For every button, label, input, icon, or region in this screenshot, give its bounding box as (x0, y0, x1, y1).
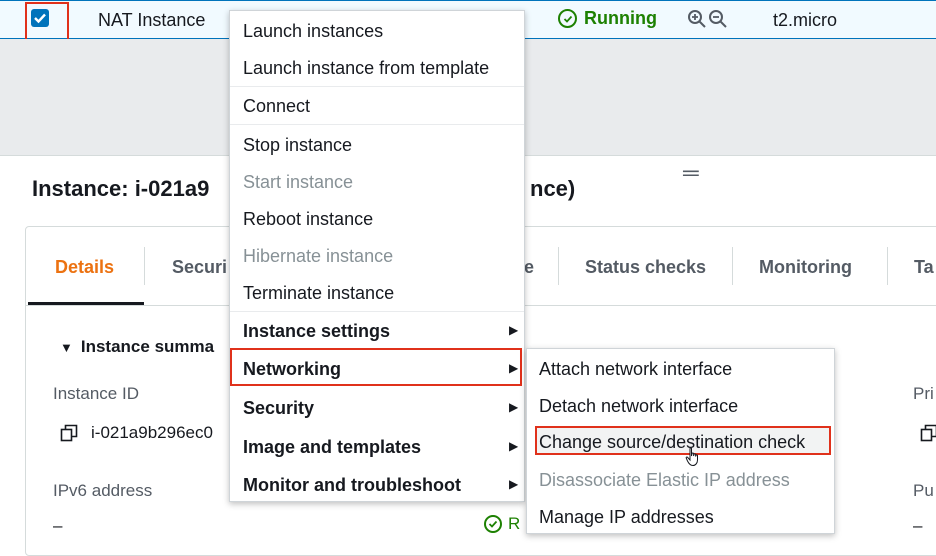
submenu-item-manage-ip-addresses[interactable]: Manage IP addresses (539, 507, 714, 528)
tab-details[interactable]: Details (55, 257, 114, 278)
submenu-item-change-source-destination-check[interactable]: Change source/destination check (539, 432, 805, 453)
instance-summary-toggle[interactable]: ▼ Instance summa (60, 337, 214, 357)
submenu-arrow-icon: ▶ (509, 400, 519, 414)
submenu-arrow-icon: ▶ (509, 439, 519, 453)
menu-divider (230, 311, 524, 312)
instance-title-text: Instance: i-021a9 (32, 176, 210, 201)
menu-item-start-instance: Start instance (243, 172, 354, 192)
menu-item-stop-instance[interactable]: Stop instance (243, 135, 352, 156)
submenu-item-detach-network-interface[interactable]: Detach network interface (539, 396, 738, 417)
caret-down-icon: ▼ (60, 340, 73, 355)
submenu-arrow-icon: ▶ (509, 361, 519, 375)
menu-item-connect[interactable]: Connect (243, 96, 310, 117)
copy-icon[interactable] (920, 424, 936, 442)
instance-id-label: Instance ID (53, 384, 139, 403)
menu-item-launch-instances[interactable]: Launch instances (243, 21, 383, 42)
tab-divider (732, 247, 733, 285)
menu-divider (230, 86, 524, 87)
zoom-controls (687, 9, 728, 29)
menu-item-hibernate-instance: Hibernate instance (243, 246, 394, 266)
private-ip-label: Pri (913, 384, 934, 403)
menu-item-instance-settings[interactable]: Instance settings (243, 321, 390, 342)
menu-item-monitor-and-troubleshoot[interactable]: Monitor and troubleshoot (243, 475, 461, 496)
copy-icon[interactable] (60, 424, 78, 442)
instance-name[interactable]: NAT Instance (98, 10, 205, 31)
networking-submenu: Attach network interface Detach network … (526, 348, 835, 534)
active-tab-indicator (28, 302, 144, 305)
menu-item-terminate-instance[interactable]: Terminate instance (243, 283, 394, 304)
ipv6-address-value: – (53, 516, 63, 535)
check-circle-icon (558, 9, 577, 28)
drag-handle-icon[interactable]: ═ (683, 160, 699, 186)
tab-divider (887, 247, 888, 285)
instance-state-summary: R (484, 514, 520, 534)
zoom-out-icon[interactable] (708, 9, 728, 29)
menu-item-launch-from-template[interactable]: Launch instance from template (243, 58, 489, 79)
instance-title: Instance: i-021a9 (32, 176, 209, 202)
instance-title-tail: nce) (530, 176, 576, 201)
menu-divider (230, 124, 524, 125)
submenu-arrow-icon: ▶ (509, 477, 519, 491)
tab-monitoring[interactable]: Monitoring (759, 257, 852, 278)
instance-type: t2.micro (773, 10, 838, 30)
instance-state-summary-text: R (508, 514, 521, 533)
check-circle-icon (484, 515, 502, 533)
tab-divider (558, 247, 559, 285)
instance-state-label: Running (584, 8, 657, 28)
submenu-arrow-icon: ▶ (509, 323, 519, 337)
public-ip-label: Pu (913, 481, 934, 500)
menu-item-networking[interactable]: Networking (243, 359, 341, 380)
public-ip-value: – (913, 516, 923, 535)
hand-cursor-icon (685, 447, 698, 467)
menu-item-reboot-instance[interactable]: Reboot instance (243, 209, 373, 230)
tab-divider (144, 247, 145, 285)
tab-tags[interactable]: Ta (914, 257, 934, 278)
ipv6-address-label: IPv6 address (53, 481, 153, 500)
instance-state: Running (558, 8, 657, 29)
submenu-item-disassociate-elastic-ip: Disassociate Elastic IP address (539, 470, 790, 490)
submenu-item-attach-network-interface[interactable]: Attach network interface (539, 359, 732, 380)
actions-context-menu: Launch instances Launch instance from te… (229, 10, 525, 502)
zoom-in-icon[interactable] (687, 9, 707, 29)
tab-networking[interactable]: e (524, 257, 534, 278)
menu-item-security[interactable]: Security (243, 398, 314, 419)
menu-item-image-and-templates[interactable]: Image and templates (243, 437, 421, 458)
instance-id-value: i-021a9b296ec0 (91, 423, 213, 442)
tab-status-checks[interactable]: Status checks (585, 257, 706, 278)
instance-summary-title: Instance summa (80, 337, 215, 356)
tab-security[interactable]: Securi (172, 257, 227, 278)
